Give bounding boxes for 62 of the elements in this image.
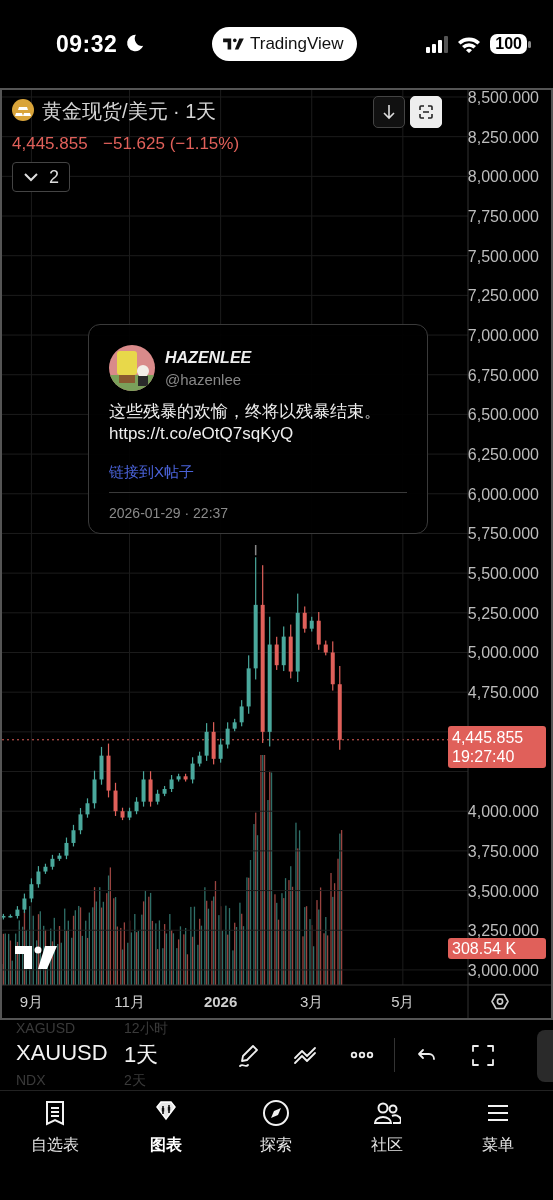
tweet-text: 这些残暴的欢愉，终将以残暴结束。 bbox=[109, 401, 382, 423]
fullscreen-icon bbox=[470, 1042, 496, 1068]
nav-tab[interactable]: 探索 bbox=[221, 1099, 332, 1169]
bar-countdown: 19:27:40 bbox=[452, 746, 516, 766]
price-axis-label: 6,250.000 bbox=[467, 446, 539, 464]
tweet-url: https://t.co/eOtQ7sqKyQ bbox=[109, 423, 295, 445]
price-axis-label: 5,500.000 bbox=[467, 565, 539, 583]
nav-tab[interactable]: 社区 bbox=[331, 1099, 443, 1169]
tradingview-logo-icon bbox=[15, 946, 57, 969]
leader-line bbox=[254, 544, 257, 556]
price-axis-label: 5,750.000 bbox=[467, 525, 539, 543]
fullscreen-button[interactable] bbox=[410, 96, 442, 128]
time-axis-label: 5月 bbox=[391, 993, 415, 1010]
price-axis-label: 7,250.000 bbox=[467, 287, 539, 305]
coin-icon bbox=[12, 99, 34, 121]
panel-handle[interactable] bbox=[537, 1030, 553, 1082]
price-axis-label: 8,000.000 bbox=[467, 168, 539, 186]
time-axis-label: 11月 bbox=[114, 993, 145, 1010]
volume-tag: 308.54 K bbox=[448, 938, 546, 959]
indicators-toggle[interactable]: 2 bbox=[12, 162, 70, 192]
time-axis-label: 9月 bbox=[19, 993, 44, 1010]
price-axis-label: 5,000.000 bbox=[467, 644, 539, 662]
price-axis-label: 4,000.000 bbox=[467, 803, 539, 821]
price-axis-label: 8,500.000 bbox=[467, 90, 539, 106]
price-axis-label: 5,250.000 bbox=[467, 604, 539, 622]
price-axis-label: 3,250.000 bbox=[467, 922, 539, 940]
time-axis-label: 2026 bbox=[203, 993, 238, 1010]
arrow-down-icon bbox=[381, 104, 397, 120]
nav-tab[interactable]: 菜单 bbox=[442, 1099, 553, 1169]
price-axis-label: 3,500.000 bbox=[467, 882, 539, 900]
price-axis-label: 6,750.000 bbox=[467, 366, 539, 384]
time-axis-label: 3月 bbox=[300, 993, 324, 1010]
price-axis-label: 7,000.000 bbox=[467, 327, 539, 345]
price-axis-label: 7,500.000 bbox=[467, 247, 539, 265]
settings-icon[interactable] bbox=[492, 994, 508, 1009]
nav-tab[interactable]: 图表 bbox=[110, 1099, 222, 1169]
price-axis-label: 4,750.000 bbox=[467, 684, 539, 702]
fullscreen-icon bbox=[418, 104, 434, 120]
scroll-to-latest-button[interactable] bbox=[373, 96, 405, 128]
price-axis-label: 3,750.000 bbox=[467, 842, 539, 860]
symbol-picker-item[interactable]: XAUUSD 1天 bbox=[16, 1040, 216, 1070]
author-handle: @hazenlee bbox=[165, 370, 243, 388]
last-price-value: 4,445.855 bbox=[12, 134, 88, 154]
battery-tip-icon bbox=[528, 40, 531, 48]
last-price-text: 4,445.855 bbox=[452, 727, 525, 747]
clock-time: 09:32 bbox=[56, 30, 118, 58]
nav-tab[interactable]: 自选表 bbox=[0, 1099, 111, 1169]
price-axis-label: 7,750.000 bbox=[467, 208, 539, 225]
symbol-title: 黄金现货/美元 · 1天 bbox=[42, 99, 217, 124]
tweet-link[interactable]: 链接到X帖子 bbox=[109, 463, 194, 482]
price-axis-label: 6,000.000 bbox=[467, 485, 539, 503]
compass-icon bbox=[262, 1099, 291, 1127]
battery-indicator: 100 bbox=[490, 34, 531, 54]
price-axis-label: 8,250.000 bbox=[467, 128, 539, 146]
price-axis-label: 6,500.000 bbox=[467, 406, 539, 424]
price-axis-label: 3,000.000 bbox=[467, 961, 539, 979]
signal-icon bbox=[426, 35, 449, 53]
tweet-timestamp: 2026-01-29 · 22:37 bbox=[109, 505, 230, 521]
chevron-down-icon bbox=[23, 172, 39, 182]
app-pill[interactable]: TradingView bbox=[212, 27, 357, 61]
author-name: HAZENLEE bbox=[165, 348, 252, 367]
price-change: −51.625 (−1.15%) bbox=[103, 134, 240, 154]
